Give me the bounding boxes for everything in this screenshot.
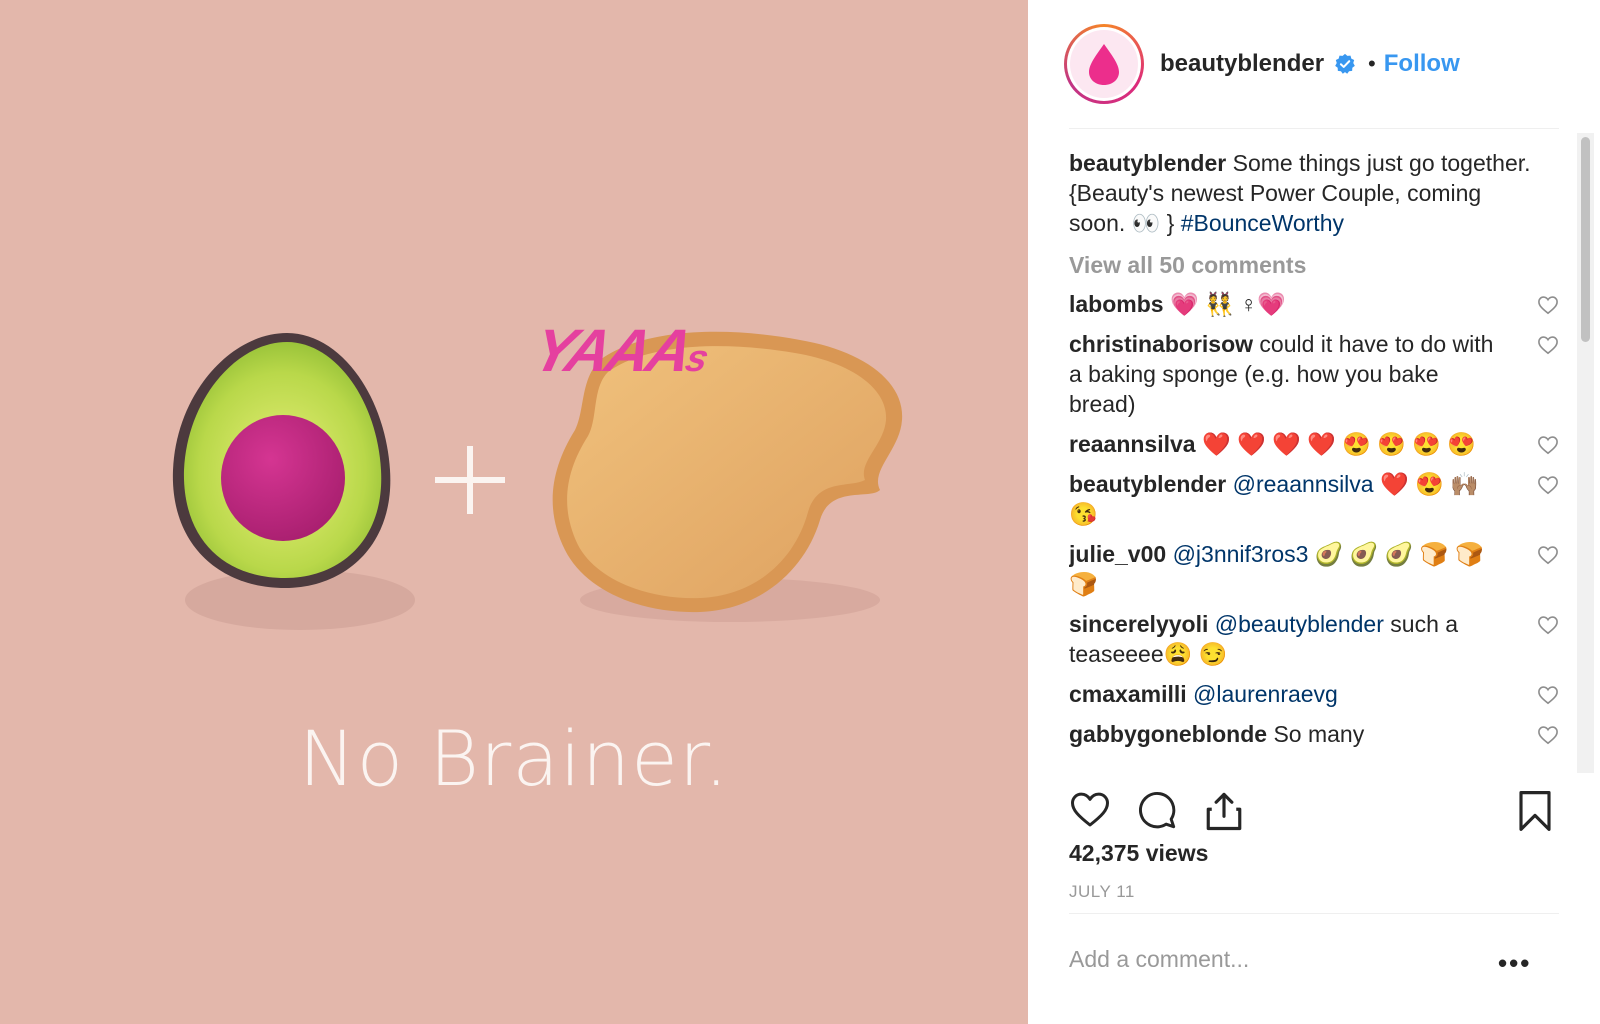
header-separator: • [1368,51,1376,76]
comment-mention[interactable]: @beautyblender [1208,611,1384,637]
footer-divider [1069,913,1559,914]
comment-icon[interactable] [1136,790,1178,830]
comment-username[interactable]: christinaborisow [1069,331,1253,357]
comment-mention[interactable]: @j3nnif3ros3 [1166,541,1309,567]
comment-text: sincerelyyoli @beautyblender such a teas… [1069,609,1509,669]
share-icon[interactable] [1203,790,1245,832]
comment-text: christinaborisow could it have to do wit… [1069,329,1509,419]
comment-like-icon[interactable] [1537,435,1559,455]
comment-text: labombs 💗 👯 ♀💗 [1069,289,1509,319]
comment-row: gabbygoneblonde So many [1069,719,1579,749]
header-username[interactable]: beautyblender [1160,50,1324,78]
post-image [172,331,903,630]
plus-sign-vertical [467,446,473,514]
heart-icon[interactable] [1069,790,1111,830]
comment-username[interactable]: reaannsilva [1069,431,1196,457]
comment-like-icon[interactable] [1537,685,1559,705]
comment-like-icon[interactable] [1537,295,1559,315]
comment-username[interactable]: sincerelyyoli [1069,611,1208,637]
comment-body: So many [1267,721,1365,747]
comment-text: julie_v00 @j3nnif3ros3 🥑 🥑 🥑 🍞 🍞 🍞 [1069,539,1509,599]
comment-like-icon[interactable] [1537,475,1559,495]
comment-mention[interactable]: @laurenraevg [1187,681,1338,707]
post-tagline: No Brainer. [298,714,730,803]
comment-username[interactable]: beautyblender [1069,471,1226,497]
comment-mention[interactable]: @reaannsilva [1226,471,1374,497]
comment-body: ❤️ ❤️ ❤️ ❤️ 😍 😍 😍 😍 [1195,431,1476,457]
view-count[interactable]: 42,375 views [1069,840,1208,867]
comment-like-icon[interactable] [1537,545,1559,565]
comment-like-icon[interactable] [1537,725,1559,745]
comment-row: reaannsilva ❤️ ❤️ ❤️ ❤️ 😍 😍 😍 😍 [1069,429,1579,459]
comment-text: cmaxamilli @laurenraevg [1069,679,1509,709]
post-header: beautyblender • Follow [1064,22,1460,106]
comment-text: gabbygoneblonde So many [1069,719,1509,749]
comment-username[interactable]: labombs [1069,291,1164,317]
yaaas-sticker: YAAAs [526,317,713,384]
bookmark-icon[interactable] [1517,790,1553,832]
view-all-comments-link[interactable]: View all 50 comments [1069,252,1579,279]
post-caption: beautyblender Some things just go togeth… [1069,148,1539,238]
avatar[interactable] [1064,24,1144,104]
comment-username[interactable]: julie_v00 [1069,541,1166,567]
action-bar [1069,790,1559,834]
comment-row: labombs 💗 👯 ♀💗 [1069,289,1579,319]
caption-hashtag[interactable]: #BounceWorthy [1181,210,1344,236]
comment-username[interactable]: gabbygoneblonde [1069,721,1267,747]
comment-text: beautyblender @reaannsilva ❤️ 😍 🙌🏽 😘 [1069,469,1509,529]
more-options-icon[interactable]: ••• [1498,948,1531,979]
comment-like-icon[interactable] [1537,335,1559,355]
comment-username[interactable]: cmaxamilli [1069,681,1187,707]
beauty-sponge-pit [221,415,345,541]
comment-body: 💗 👯 ♀💗 [1163,291,1286,317]
comment-container: labombs 💗 👯 ♀💗 christinaborisow could it … [1069,289,1579,749]
comment-row: beautyblender @reaannsilva ❤️ 😍 🙌🏽 😘 [1069,469,1579,529]
comment-row: cmaxamilli @laurenraevg [1069,679,1579,709]
add-comment-input[interactable]: Add a comment... [1069,946,1249,973]
verified-badge-icon [1335,53,1355,74]
post-date[interactable]: JULY 11 [1069,882,1135,902]
scrollbar-thumb[interactable] [1581,137,1590,342]
post-media[interactable]: YAAAs No Brainer. [0,0,1028,1024]
comment-like-icon[interactable] [1537,615,1559,635]
comments-list[interactable]: beautyblender Some things just go togeth… [1069,148,1579,780]
caption-username[interactable]: beautyblender [1069,150,1226,176]
comment-row: julie_v00 @j3nnif3ros3 🥑 🥑 🥑 🍞 🍞 🍞 [1069,539,1579,599]
comment-row: sincerelyyoli @beautyblender such a teas… [1069,609,1579,669]
comments-scrollbar[interactable] [1577,133,1594,773]
follow-button[interactable]: Follow [1384,50,1460,78]
beauty-sponge-logo-icon [1089,44,1119,85]
header-divider [1069,128,1559,129]
post-sidebar: beautyblender • Follow beautyblender Som… [1028,0,1600,1024]
comment-row: christinaborisow could it have to do wit… [1069,329,1579,419]
comment-text: reaannsilva ❤️ ❤️ ❤️ ❤️ 😍 😍 😍 😍 [1069,429,1509,459]
